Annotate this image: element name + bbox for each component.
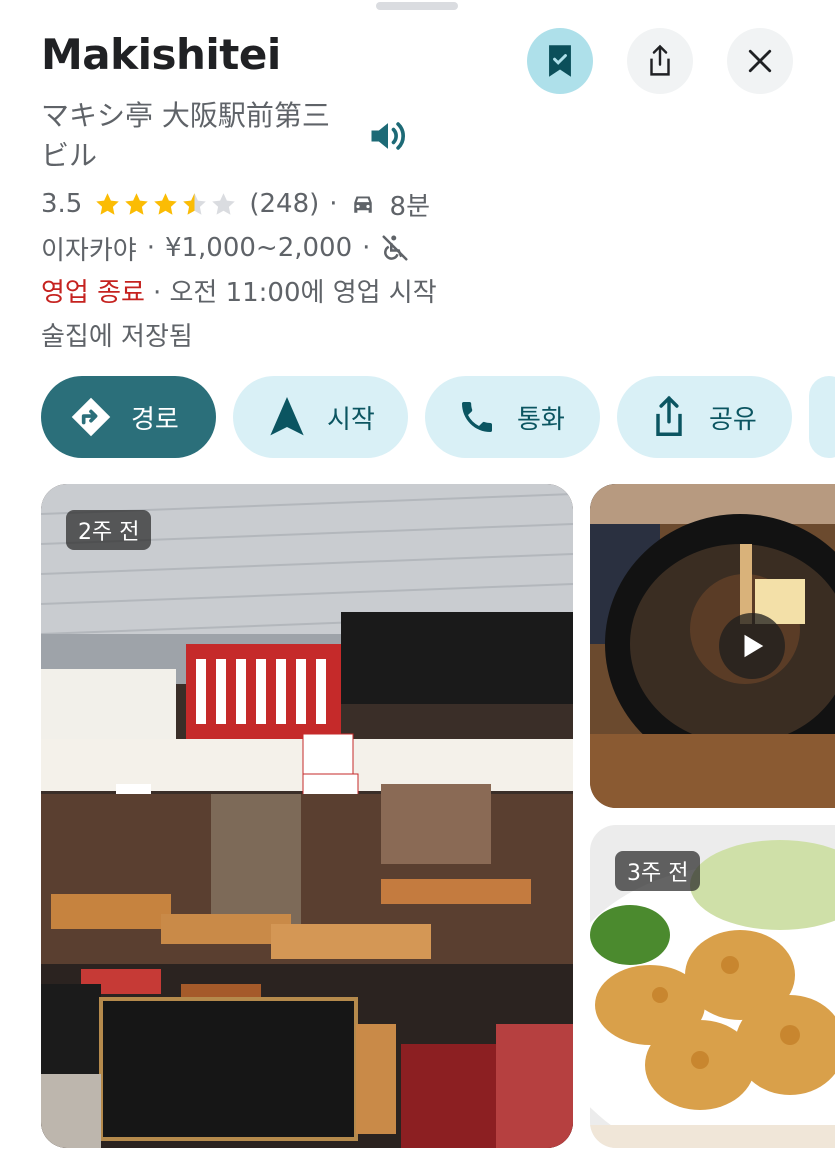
native-name: マキシ亭 大阪駅前第三ビル: [41, 99, 330, 172]
star-full-icon: [125, 192, 149, 215]
play-icon: [744, 634, 764, 658]
food-photo[interactable]: 3주 전: [590, 825, 835, 1148]
rating-value: 3.5: [41, 189, 83, 219]
open-status: 영업 종료: [41, 277, 145, 308]
steak-image: [590, 484, 835, 808]
separator-dot: ·: [146, 233, 155, 263]
separator-dot: ·: [362, 233, 371, 263]
navigation-arrow-icon: [265, 395, 309, 439]
start-button[interactable]: 시작: [233, 376, 408, 458]
share-icon: [650, 44, 670, 76]
star-full-icon: [96, 192, 120, 215]
pronounce-button[interactable]: [366, 114, 410, 158]
category-row: 이자카야 · ¥1,000~2,000 ·: [41, 228, 410, 268]
share-label: 공유: [709, 404, 757, 435]
close-icon: [748, 49, 772, 73]
start-label: 시작: [327, 404, 375, 435]
bookmark-saved-icon: [549, 45, 571, 77]
directions-icon: [69, 395, 113, 439]
hours-row[interactable]: 영업 종료 · 오전 11:00에 영업 시작: [41, 270, 437, 310]
call-label: 통화: [517, 404, 565, 435]
photo-age-badge: 2주 전: [66, 510, 152, 550]
place-title: Makishitei: [41, 30, 281, 79]
star-empty-icon: [212, 192, 236, 215]
drag-handle[interactable]: [376, 2, 458, 10]
star-half-icon: [183, 192, 207, 215]
speaker-icon: [371, 122, 405, 150]
review-count: (248): [249, 189, 320, 219]
saved-list-row[interactable]: 술집에 저장됨: [41, 314, 193, 354]
share-button[interactable]: [627, 28, 693, 94]
place-sheet: Makishitei マキシ亭 大阪駅前第三ビル 3.5 (248) · 8분 …: [0, 0, 835, 1169]
car-icon: [353, 196, 372, 213]
category: 이자카야: [41, 235, 137, 266]
saved-list-label: 술집에 저장됨: [41, 321, 193, 352]
call-button[interactable]: 통화: [425, 376, 600, 458]
rating-stars: [94, 191, 239, 218]
storefront-image: [41, 484, 573, 1148]
save-button[interactable]: [527, 28, 593, 94]
share-action-button[interactable]: 공유: [617, 376, 792, 458]
phone-icon: [455, 395, 499, 439]
photo-age-badge: 3주 전: [615, 851, 701, 891]
rating-row[interactable]: 3.5 (248) · 8분: [41, 184, 430, 224]
directions-button[interactable]: 경로: [41, 376, 216, 458]
storefront-photo[interactable]: 2주 전: [41, 484, 573, 1148]
more-actions-chip[interactable]: [809, 376, 835, 458]
separator-dot: ·: [329, 189, 338, 219]
directions-label: 경로: [131, 404, 179, 435]
hours-note: · 오전 11:00에 영업 시작: [152, 277, 437, 308]
drive-time: 8분: [389, 191, 431, 222]
price-range: ¥1,000~2,000: [164, 233, 353, 263]
share-icon: [647, 395, 691, 439]
close-button[interactable]: [727, 28, 793, 94]
action-chips: 경로 시작 통화 공유: [41, 376, 835, 458]
video-thumbnail[interactable]: [590, 484, 835, 808]
star-full-icon: [154, 192, 178, 215]
not-wheelchair-accessible-icon: [382, 235, 408, 261]
play-button[interactable]: [719, 613, 785, 679]
